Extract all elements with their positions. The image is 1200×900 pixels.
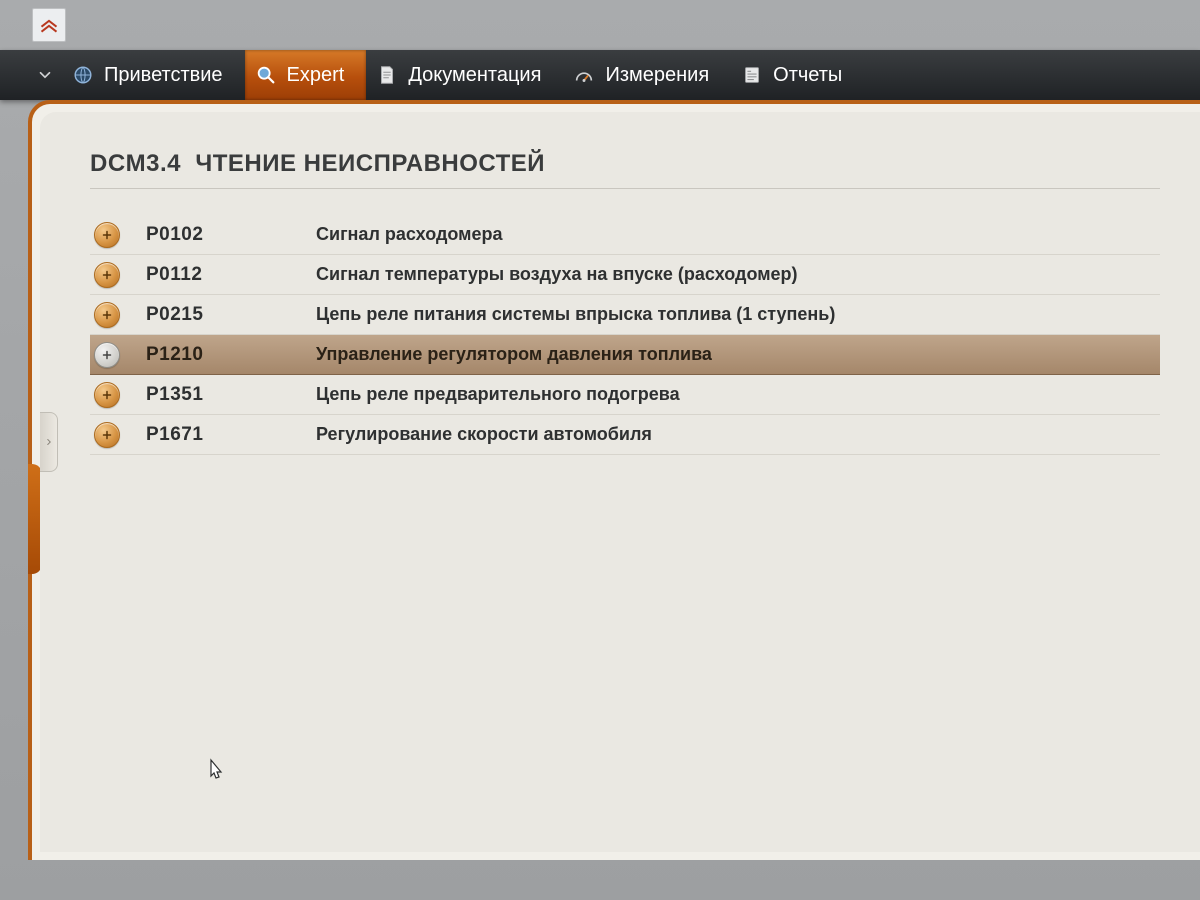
- gauge-icon: [573, 64, 595, 86]
- top-nav: Приветствие Expert Документация Измерени…: [0, 50, 1200, 100]
- expand-button[interactable]: [94, 422, 120, 448]
- magnifier-icon: [255, 64, 277, 86]
- tab-label: Измерения: [605, 64, 709, 87]
- fault-row[interactable]: P0102Сигнал расходомера: [90, 215, 1160, 255]
- fault-description: Управление регулятором давления топлива: [316, 344, 1140, 365]
- fault-description: Сигнал температуры воздуха на впуске (ра…: [316, 264, 1140, 285]
- brand-logo: [32, 8, 66, 42]
- tab-reports[interactable]: Отчеты: [731, 50, 864, 100]
- plus-icon: [101, 389, 113, 401]
- fault-description: Сигнал расходомера: [316, 224, 1140, 245]
- tab-measure[interactable]: Измерения: [563, 50, 731, 100]
- tab-docs[interactable]: Документация: [366, 50, 563, 100]
- desktop: Приветствие Expert Документация Измерени…: [0, 0, 1200, 900]
- plus-icon: [101, 429, 113, 441]
- fault-code: P1351: [146, 384, 316, 406]
- plus-icon: [101, 349, 113, 361]
- fault-code: P0112: [146, 264, 316, 286]
- fault-description: Цепь реле питания системы впрыска топлив…: [316, 304, 1140, 325]
- chevron-right-icon: [44, 435, 54, 449]
- chevron-down-icon: [36, 66, 54, 84]
- expand-button[interactable]: [94, 222, 120, 248]
- expand-button[interactable]: [94, 302, 120, 328]
- globe-icon: [72, 64, 94, 86]
- fault-row[interactable]: P1671Регулирование скорости автомобиля: [90, 415, 1160, 455]
- expand-button[interactable]: [94, 262, 120, 288]
- ecu-name: DCM3.4: [90, 150, 181, 177]
- fault-row[interactable]: P1210Управление регулятором давления топ…: [90, 335, 1160, 375]
- doc-icon: [376, 64, 398, 86]
- fault-row[interactable]: P0112Сигнал температуры воздуха на впуск…: [90, 255, 1160, 295]
- tab-welcome[interactable]: Приветствие: [62, 50, 245, 100]
- page-title-suffix: ЧТЕНИЕ НЕИСПРАВНОСТЕЙ: [195, 150, 545, 177]
- fault-description: Цепь реле предварительного подогрева: [316, 384, 1140, 405]
- tab-label: Приветствие: [104, 64, 223, 87]
- fault-row[interactable]: P1351Цепь реле предварительного подогрев…: [90, 375, 1160, 415]
- plus-icon: [101, 309, 113, 321]
- plus-icon: [101, 269, 113, 281]
- side-expand-handle[interactable]: [40, 412, 58, 472]
- tab-label: Отчеты: [773, 64, 842, 87]
- workspace-inner: DCM3.4 ЧТЕНИЕ НЕИСПРАВНОСТЕЙ P0102Сигнал…: [40, 112, 1200, 852]
- fault-code: P0102: [146, 224, 316, 246]
- tab-label: Expert: [287, 64, 345, 87]
- fault-code: P1671: [146, 424, 316, 446]
- chevron-double-icon: [39, 15, 59, 35]
- tab-label: Документация: [408, 64, 541, 87]
- fault-list: P0102Сигнал расходомераP0112Сигнал темпе…: [90, 215, 1160, 455]
- expand-button[interactable]: [94, 382, 120, 408]
- plus-icon: [101, 229, 113, 241]
- page-title: DCM3.4 ЧТЕНИЕ НЕИСПРАВНОСТЕЙ: [90, 150, 1160, 178]
- title-divider: [90, 188, 1160, 189]
- fault-code: P0215: [146, 304, 316, 326]
- fault-description: Регулирование скорости автомобиля: [316, 424, 1140, 445]
- workspace: DCM3.4 ЧТЕНИЕ НЕИСПРАВНОСТЕЙ P0102Сигнал…: [28, 100, 1200, 860]
- sheet-icon: [741, 64, 763, 86]
- expand-button[interactable]: [94, 342, 120, 368]
- nav-prev-button[interactable]: [28, 50, 62, 100]
- tab-expert[interactable]: Expert: [245, 50, 367, 100]
- fault-code: P1210: [146, 344, 316, 366]
- fault-row[interactable]: P0215Цепь реле питания системы впрыска т…: [90, 295, 1160, 335]
